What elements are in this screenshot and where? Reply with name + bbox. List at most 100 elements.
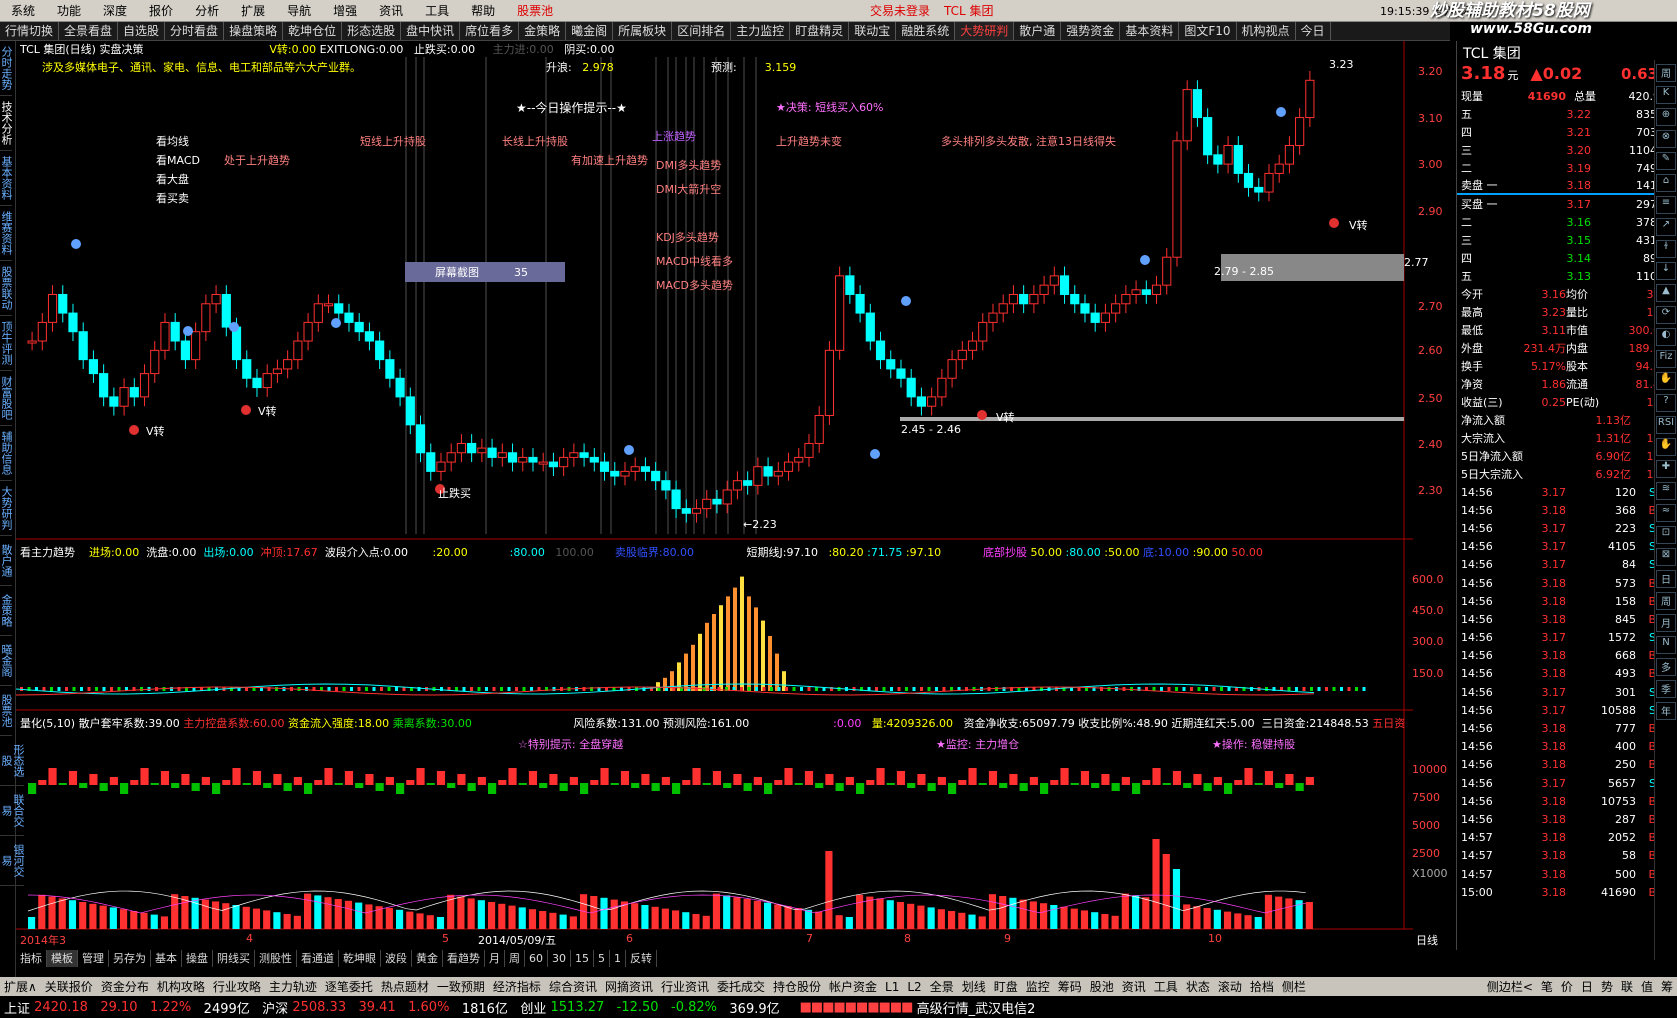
tab-17[interactable]: 大势研判 <box>955 22 1015 40</box>
panel-btn-20[interactable]: 反转 <box>626 950 657 967</box>
bottom-btn-21[interactable]: 监控 <box>1022 978 1054 995</box>
bottom-btn-16[interactable]: L1 <box>881 980 903 994</box>
menu-system[interactable]: 系统 <box>0 2 46 19</box>
bottom-btn-28[interactable]: 拾档 <box>1246 978 1278 995</box>
sidebar-icon-29[interactable]: 年 <box>1656 702 1676 720</box>
panel-btn-6[interactable]: 阴线买 <box>213 950 255 967</box>
sidebar-icon-8[interactable]: ɫ <box>1656 240 1676 258</box>
bottom-btn-19[interactable]: 划线 <box>958 978 990 995</box>
bottom-right-btn-0[interactable]: 侧边栏< <box>1483 978 1537 995</box>
bottom-btn-25[interactable]: 工具 <box>1150 978 1182 995</box>
bottom-btn-6[interactable]: 逐笔委托 <box>321 978 377 995</box>
panel-btn-4[interactable]: 基本 <box>151 950 182 967</box>
panel-btn-15[interactable]: 60 <box>525 950 548 967</box>
bottom-btn-10[interactable]: 综合资讯 <box>545 978 601 995</box>
sidebar-icon-27[interactable]: 多 <box>1656 658 1676 676</box>
bottom-btn-27[interactable]: 滚动 <box>1214 978 1246 995</box>
tab-3[interactable]: 分时看盘 <box>165 22 225 40</box>
bottom-btn-13[interactable]: 委托成交 <box>713 978 769 995</box>
sidebar-icon-15[interactable]: ? <box>1656 394 1676 412</box>
bottom-btn-12[interactable]: 行业资讯 <box>657 978 713 995</box>
bottom-right-btn-7[interactable]: 筹 <box>1657 978 1677 995</box>
panel-btn-3[interactable]: 另存为 <box>109 950 151 967</box>
tab-23[interactable]: 今日 <box>1296 22 1331 40</box>
bottom-btn-0[interactable]: 扩展∧ <box>0 978 41 995</box>
tab-19[interactable]: 强势资金 <box>1061 22 1121 40</box>
leftnav-9[interactable]: 散户通 <box>0 536 13 586</box>
tab-11[interactable]: 所属板块 <box>613 22 673 40</box>
menu-help[interactable]: 帮助 <box>460 2 506 19</box>
tab-20[interactable]: 基本资料 <box>1120 22 1180 40</box>
panel-btn-10[interactable]: 波段 <box>381 950 412 967</box>
panel-btn-0[interactable]: 指标 <box>16 950 47 967</box>
panel-btn-18[interactable]: 5 <box>594 950 610 967</box>
sidebar-icon-24[interactable]: 周 <box>1656 592 1676 610</box>
menu-info[interactable]: 资讯 <box>368 2 414 19</box>
kline-chart[interactable] <box>16 41 1413 950</box>
bottom-right-btn-1[interactable]: 笔 <box>1537 978 1557 995</box>
tab-16[interactable]: 融胜系统 <box>896 22 956 40</box>
sidebar-icon-28[interactable]: 季 <box>1656 680 1676 698</box>
bottom-right-btn-6[interactable]: 值 <box>1637 978 1657 995</box>
leftnav-6[interactable]: 财富股吧 <box>0 371 13 426</box>
leftnav-8[interactable]: 大势研判 <box>0 481 13 536</box>
bottom-right-btn-5[interactable]: 联 <box>1617 978 1637 995</box>
tab-4[interactable]: 操盘策略 <box>224 22 284 40</box>
tab-5[interactable]: 乾坤仓位 <box>283 22 343 40</box>
sidebar-icon-26[interactable]: N <box>1656 636 1676 654</box>
bottom-btn-18[interactable]: 全景 <box>926 978 958 995</box>
sidebar-icon-16[interactable]: RSI <box>1656 416 1676 434</box>
bottom-right-btn-2[interactable]: 价 <box>1557 978 1577 995</box>
sidebar-icon-5[interactable]: ⌂ <box>1656 174 1676 192</box>
bottom-btn-22[interactable]: 筹码 <box>1054 978 1086 995</box>
tab-15[interactable]: 联动宝 <box>849 22 897 40</box>
menu-stock-pool[interactable]: 股票池 <box>506 2 564 19</box>
login-status[interactable]: 交易未登录 <box>870 2 930 19</box>
tab-0[interactable]: 行情切换 <box>0 22 60 40</box>
sidebar-icon-4[interactable]: ✎ <box>1656 152 1676 170</box>
bottom-btn-8[interactable]: 一致预期 <box>433 978 489 995</box>
sidebar-icon-21[interactable]: ⊡ <box>1656 526 1676 544</box>
tab-9[interactable]: 金策略 <box>519 22 567 40</box>
sidebar-icon-7[interactable]: ↗ <box>1656 218 1676 236</box>
tab-10[interactable]: 曦金阁 <box>566 22 614 40</box>
leftnav-5[interactable]: 顶牛评测 <box>0 316 13 371</box>
sidebar-icon-22[interactable]: ⊠ <box>1656 548 1676 566</box>
sidebar-icon-19[interactable]: ≋ <box>1656 482 1676 500</box>
leftnav-7[interactable]: 辅助信息 <box>0 426 13 481</box>
tab-18[interactable]: 散户通 <box>1014 22 1062 40</box>
tab-14[interactable]: 盯盘精灵 <box>790 22 850 40</box>
leftnav-2[interactable]: 基本资料 <box>0 151 13 206</box>
bottom-btn-7[interactable]: 热点题材 <box>377 978 433 995</box>
menu-enhance[interactable]: 增强 <box>322 2 368 19</box>
sidebar-icon-20[interactable]: ≈ <box>1656 504 1676 522</box>
bottom-right-btn-3[interactable]: 日 <box>1577 978 1597 995</box>
panel-btn-17[interactable]: 15 <box>571 950 594 967</box>
tab-2[interactable]: 自选股 <box>118 22 166 40</box>
bottom-btn-17[interactable]: L2 <box>903 980 925 994</box>
sidebar-icon-25[interactable]: 月 <box>1656 614 1676 632</box>
sidebar-icon-12[interactable]: ◐ <box>1656 328 1676 346</box>
sidebar-icon-1[interactable]: K <box>1656 86 1676 104</box>
sidebar-icon-6[interactable]: ≡ <box>1656 196 1676 214</box>
leftnav-3[interactable]: 维赛资料 <box>0 206 13 261</box>
panel-btn-19[interactable]: 1 <box>610 950 626 967</box>
sidebar-icon-11[interactable]: ⟳ <box>1656 306 1676 324</box>
panel-btn-9[interactable]: 乾坤眼 <box>339 950 381 967</box>
panel-btn-12[interactable]: 看趋势 <box>443 950 485 967</box>
menu-analysis[interactable]: 分析 <box>184 2 230 19</box>
sidebar-icon-3[interactable]: ⊗ <box>1656 130 1676 148</box>
menu-quote[interactable]: 报价 <box>138 2 184 19</box>
panel-btn-16[interactable]: 30 <box>548 950 571 967</box>
bottom-btn-20[interactable]: 盯盘 <box>990 978 1022 995</box>
sidebar-icon-17[interactable]: ✋ <box>1656 438 1676 456</box>
menu-function[interactable]: 功能 <box>46 2 92 19</box>
tab-12[interactable]: 区间排名 <box>672 22 732 40</box>
panel-btn-5[interactable]: 操盘 <box>182 950 213 967</box>
bottom-btn-26[interactable]: 状态 <box>1182 978 1214 995</box>
bottom-btn-11[interactable]: 网摘资讯 <box>601 978 657 995</box>
sidebar-icon-18[interactable]: ✚ <box>1656 460 1676 478</box>
sidebar-icon-2[interactable]: ⊕ <box>1656 108 1676 126</box>
bottom-btn-1[interactable]: 关联报价 <box>41 978 97 995</box>
bottom-btn-5[interactable]: 主力轨迹 <box>265 978 321 995</box>
